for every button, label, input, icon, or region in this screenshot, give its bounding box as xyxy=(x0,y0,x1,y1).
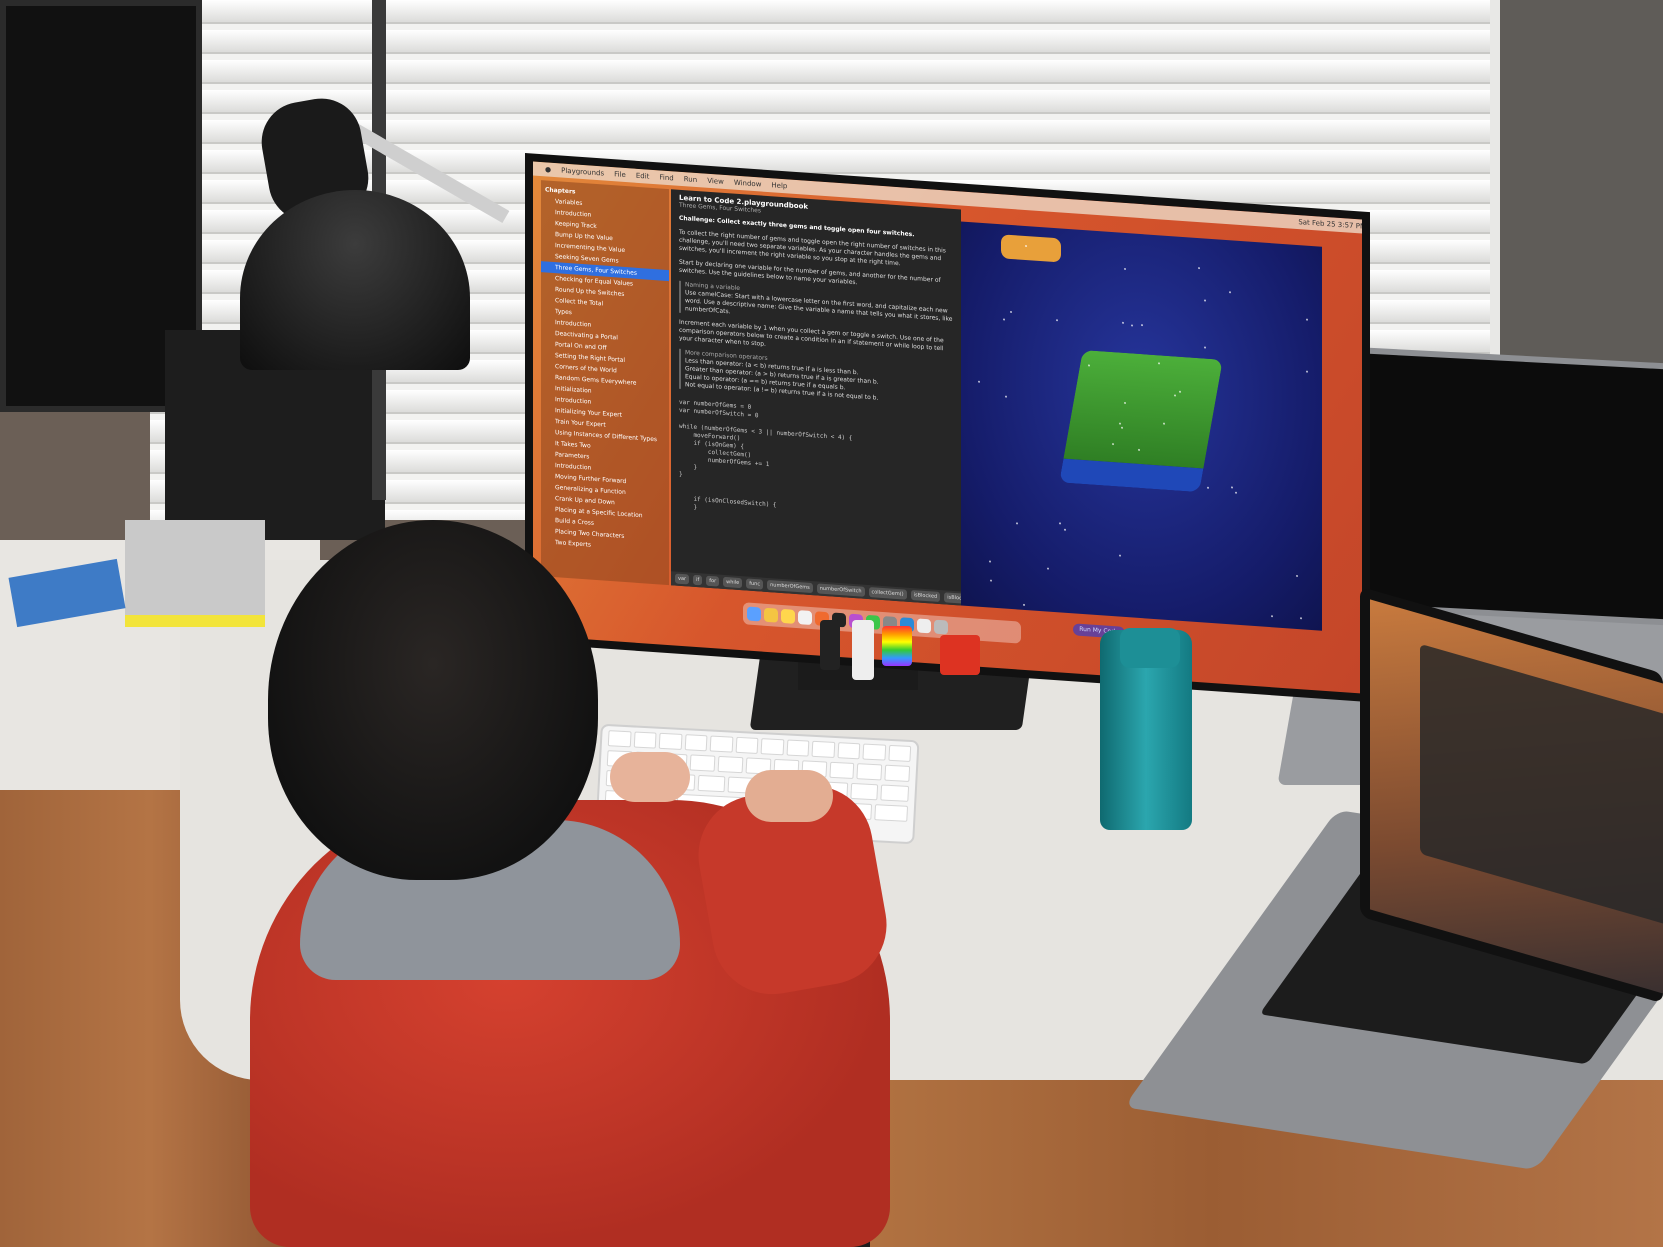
blind-slat xyxy=(150,60,1500,84)
star xyxy=(1010,310,1013,314)
shortcut-token[interactable]: while xyxy=(723,576,743,589)
child-head xyxy=(268,520,598,880)
child-hand-left xyxy=(610,752,690,802)
toy-figures xyxy=(820,610,1010,700)
shortcut-token[interactable]: numberOfSwitch xyxy=(816,583,865,597)
shortcut-token[interactable]: var xyxy=(675,573,690,585)
laptop-back-screen xyxy=(1340,346,1663,626)
star xyxy=(1056,319,1059,322)
menu-view[interactable]: View xyxy=(707,177,724,186)
star xyxy=(1022,604,1025,607)
blind-slat xyxy=(150,30,1500,54)
puzzle-world xyxy=(1059,350,1223,493)
child-hand-right xyxy=(745,770,833,822)
star xyxy=(989,579,992,582)
rainbow-blocks xyxy=(882,626,912,666)
apple-icon[interactable]: ● xyxy=(545,165,551,173)
star xyxy=(1234,491,1237,494)
star xyxy=(1229,290,1232,293)
menu-help[interactable]: Help xyxy=(771,181,787,190)
star xyxy=(1119,554,1122,557)
dictionary-icon[interactable] xyxy=(798,610,812,626)
star xyxy=(1016,522,1019,525)
star xyxy=(1206,487,1209,490)
star xyxy=(1295,575,1298,578)
sidebar-list: Variables Introduction Keeping Track Bump U… xyxy=(541,195,669,556)
code-area[interactable]: var numberOfGems = 0 var numberOfSwitch … xyxy=(679,399,953,530)
desk-organizer xyxy=(125,520,265,627)
star xyxy=(1230,486,1233,489)
star xyxy=(1203,299,1206,302)
menu-find[interactable]: Find xyxy=(659,173,673,182)
finder-icon[interactable] xyxy=(747,606,761,622)
notes-icon[interactable] xyxy=(781,608,795,624)
bottle-cap xyxy=(1120,628,1180,668)
puzzle-preview xyxy=(1001,234,1061,263)
star xyxy=(989,560,992,564)
toy-figure xyxy=(852,620,874,680)
star xyxy=(1300,617,1303,620)
star xyxy=(1047,567,1050,570)
star xyxy=(1173,394,1176,397)
shortcut-token[interactable]: isBlocked xyxy=(910,589,941,603)
menu-clock: Sat Feb 25 3:57 PM xyxy=(1298,218,1362,231)
star xyxy=(1004,395,1007,398)
shortcut-token[interactable]: collectGem() xyxy=(868,587,907,600)
star xyxy=(978,380,981,384)
star xyxy=(1058,522,1061,525)
menu-edit[interactable]: Edit xyxy=(636,172,650,181)
star xyxy=(1270,614,1273,618)
toy-figure xyxy=(940,635,980,675)
star xyxy=(1198,267,1201,270)
blind-slat xyxy=(150,0,1500,24)
laptop-settings-window xyxy=(1420,643,1663,929)
blind-slat xyxy=(150,90,1500,114)
playground-editor[interactable]: Learn to Code 2.playgroundbook Three Gem… xyxy=(671,189,961,606)
star xyxy=(1002,318,1005,321)
star xyxy=(1123,267,1126,270)
live-view[interactable] xyxy=(961,221,1322,631)
star xyxy=(1123,401,1126,404)
star xyxy=(1203,346,1206,349)
star xyxy=(1178,390,1181,394)
star xyxy=(1305,370,1308,373)
star xyxy=(1063,528,1066,531)
menu-window[interactable]: Window xyxy=(734,179,762,189)
chrome-icon[interactable] xyxy=(764,607,778,623)
shortcut-token[interactable]: func xyxy=(746,578,764,590)
menu-run[interactable]: Run xyxy=(684,175,697,184)
menu-file[interactable]: File xyxy=(614,170,626,179)
star xyxy=(1121,322,1124,325)
star xyxy=(1130,323,1133,327)
shortcut-token[interactable]: if xyxy=(693,574,703,586)
star xyxy=(1024,245,1027,248)
star xyxy=(1306,318,1308,321)
chapters-sidebar: Chapters Variables Introduction Keeping Tr… xyxy=(541,180,669,586)
shortcut-token[interactable]: numberOfGems xyxy=(767,579,813,594)
shortcut-token[interactable]: for xyxy=(706,575,720,587)
menu-app[interactable]: Playgrounds xyxy=(561,167,604,178)
star xyxy=(1140,324,1143,327)
toy-figure xyxy=(820,620,840,670)
